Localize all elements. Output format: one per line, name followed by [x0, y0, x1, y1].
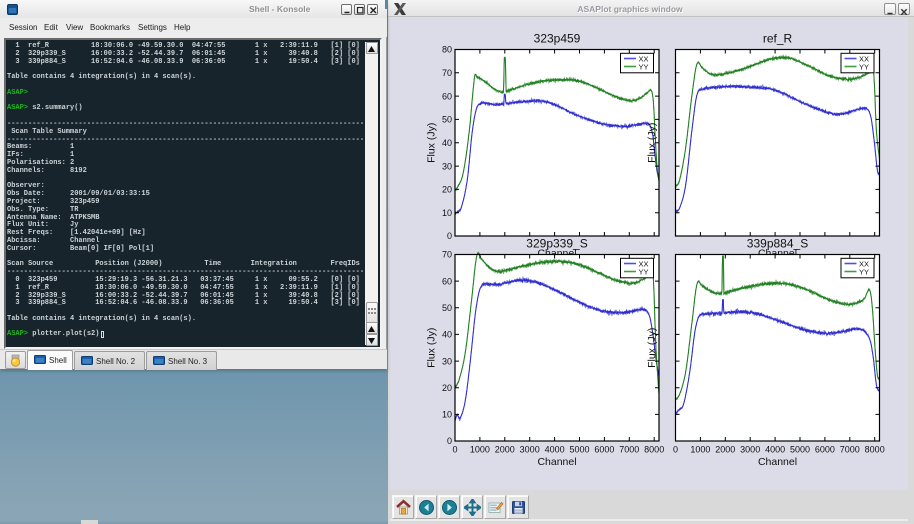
- svg-text:0: 0: [447, 231, 452, 241]
- svg-text:Flux (Jy): Flux (Jy): [426, 123, 438, 163]
- svg-text:50: 50: [442, 115, 452, 125]
- svg-text:20: 20: [442, 383, 452, 393]
- svg-text:10: 10: [442, 410, 452, 420]
- svg-text:YY: YY: [639, 62, 649, 71]
- svg-text:ref_R: ref_R: [763, 32, 793, 46]
- svg-text:20: 20: [442, 185, 452, 195]
- svg-text:Flux (Jy): Flux (Jy): [426, 328, 438, 368]
- svg-text:YY: YY: [859, 62, 869, 71]
- svg-text:60: 60: [442, 276, 452, 286]
- svg-text:0: 0: [673, 445, 678, 455]
- svg-text:1000: 1000: [690, 445, 710, 455]
- svg-text:5000: 5000: [569, 445, 589, 455]
- svg-text:30: 30: [442, 356, 452, 366]
- svg-text:2000: 2000: [495, 445, 515, 455]
- svg-text:339p884_S: 339p884_S: [747, 237, 808, 251]
- svg-text:YY: YY: [639, 267, 649, 276]
- svg-text:7000: 7000: [619, 445, 639, 455]
- svg-text:70: 70: [442, 68, 452, 78]
- svg-text:7000: 7000: [840, 445, 860, 455]
- svg-text:329p339_S: 329p339_S: [526, 237, 587, 251]
- svg-text:Flux (Jy): Flux (Jy): [646, 328, 658, 368]
- svg-text:Channel: Channel: [758, 456, 797, 468]
- svg-text:8000: 8000: [865, 445, 885, 455]
- svg-text:3000: 3000: [520, 445, 540, 455]
- svg-text:Channel: Channel: [537, 456, 576, 468]
- svg-text:5000: 5000: [790, 445, 810, 455]
- svg-text:50: 50: [442, 303, 452, 313]
- svg-text:4000: 4000: [765, 445, 785, 455]
- svg-text:70: 70: [442, 250, 452, 260]
- svg-text:2000: 2000: [715, 445, 735, 455]
- svg-text:Flux (Jy): Flux (Jy): [646, 123, 658, 163]
- svg-text:0: 0: [447, 436, 452, 446]
- svg-text:60: 60: [442, 91, 452, 101]
- svg-text:6000: 6000: [594, 445, 614, 455]
- svg-text:3000: 3000: [740, 445, 760, 455]
- svg-text:323p459: 323p459: [534, 32, 581, 46]
- svg-text:10: 10: [442, 208, 452, 218]
- svg-text:40: 40: [442, 138, 452, 148]
- svg-text:30: 30: [442, 161, 452, 171]
- svg-text:0: 0: [452, 445, 457, 455]
- svg-text:6000: 6000: [815, 445, 835, 455]
- svg-text:80: 80: [442, 45, 452, 55]
- svg-text:40: 40: [442, 330, 452, 340]
- svg-text:4000: 4000: [545, 445, 565, 455]
- svg-text:8000: 8000: [644, 445, 664, 455]
- svg-text:YY: YY: [859, 267, 869, 276]
- svg-text:1000: 1000: [470, 445, 490, 455]
